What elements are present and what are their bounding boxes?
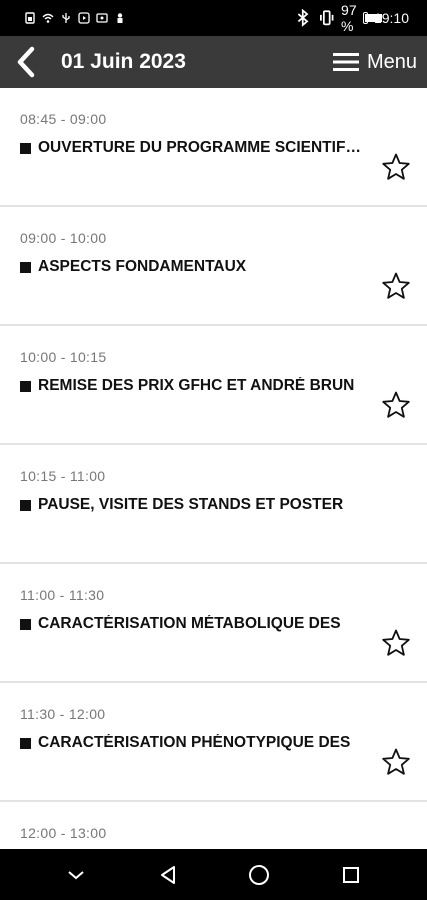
status-system-info: 97 % 19:10 [294,2,409,34]
session-title-text: CARACTÉRISATION PHÉNOTYPIQUE DES [38,734,351,751]
nav-recents-button[interactable] [336,860,366,890]
session-time: 10:00 - 10:15 [20,349,107,365]
triangle-back-icon [160,865,175,884]
battery-percent: 97 % [341,2,357,34]
person-icon [117,13,123,23]
session-title: CARACTÉRISATION PHÉNOTYPIQUE DES [20,734,365,752]
session-title: PAUSE, VISITE DES STANDS ET POSTER [20,496,365,514]
nav-hide-button[interactable] [61,860,91,890]
session-time: 08:45 - 09:00 [20,111,107,127]
square-recents-icon [343,866,360,883]
session-title-text: CARACTÉRISATION MÉTABOLIQUE DES [38,615,341,632]
session-title-text: REMISE DES PRIX GFHC ET ANDRÉ BRUN [38,377,355,394]
chevron-down-icon [68,870,84,879]
square-bullet-icon [20,261,31,273]
session-item[interactable]: 11:00 - 11:30 CARACTÉRISATION MÉTABOLIQUE… [0,564,427,683]
session-item[interactable]: 11:30 - 12:00 CARACTÉRISATION PHÉNOTYPIQU… [0,683,427,802]
favorite-star-button[interactable] [381,747,411,777]
session-item[interactable]: 08:45 - 09:00 OUVERTURE DU PROGRAMME SCIE… [0,88,427,207]
session-time: 09:00 - 10:00 [20,230,107,246]
session-time: 11:30 - 12:00 [20,706,106,722]
star-outline-icon [382,748,410,775]
play-icon [78,12,90,24]
sim-icon [25,12,35,24]
session-title-text: OUVERTURE DU PROGRAMME SCIENTIFIQUE [38,139,365,156]
circle-home-icon [249,864,270,885]
favorite-star-button[interactable] [381,628,411,658]
session-title-text: ASPECTS FONDAMENTAUX [38,258,247,275]
star-outline-icon [382,629,410,656]
session-item[interactable]: 10:00 - 10:15 REMISE DES PRIX GFHC ET AND… [0,326,427,445]
status-notification-icons [24,12,126,24]
favorite-star-button[interactable] [381,271,411,301]
session-time: 10:15 - 11:00 [20,468,106,484]
menu-label: Menu [366,50,417,73]
status-bar: 97 % 19:10 [0,0,427,36]
session-title-text: PAUSE, VISITE DES STANDS ET POSTER [38,496,344,513]
favorite-star-button[interactable] [381,152,411,182]
back-button[interactable] [4,36,48,88]
chevron-left-icon [17,46,35,78]
page-title: 01 Juin 2023 [61,50,186,73]
favorite-star-button[interactable] [381,390,411,420]
system-navigation-bar [0,849,427,900]
session-time: 12:00 - 13:00 [20,825,107,841]
star-outline-icon [382,391,410,418]
app-bar: 01 Juin 2023 Menu [0,36,427,88]
bluetooth-icon [297,9,309,27]
nav-home-button[interactable] [244,860,274,890]
session-title: ASPECTS FONDAMENTAUX [20,258,365,276]
square-bullet-icon [20,737,31,749]
session-title: OUVERTURE DU PROGRAMME SCIENTIFIQUE [20,139,365,157]
square-bullet-icon [20,618,31,630]
session-time: 11:00 - 11:30 [20,587,105,603]
battery-icon [362,12,382,24]
vibrate-icon [319,10,333,26]
square-bullet-icon [20,380,31,392]
menu-button[interactable]: Menu [332,50,417,74]
session-title: CARACTÉRISATION MÉTABOLIQUE DES [20,615,365,633]
hamburger-icon [332,53,359,71]
session-title: REMISE DES PRIX GFHC ET ANDRÉ BRUN [20,377,365,395]
wifi-icon [42,13,54,23]
session-list[interactable]: 08:45 - 09:00 OUVERTURE DU PROGRAMME SCIE… [0,88,427,849]
star-outline-icon [382,153,410,180]
square-bullet-icon [20,142,31,154]
usb-icon [62,13,70,23]
session-item[interactable]: 12:00 - 13:00 [0,802,427,849]
square-bullet-icon [20,499,31,511]
session-item[interactable]: 10:15 - 11:00 PAUSE, VISITE DES STANDS ET… [0,445,427,564]
star-outline-icon [382,272,410,299]
cast-icon [96,13,108,23]
nav-back-button[interactable] [153,860,183,890]
session-item[interactable]: 09:00 - 10:00 ASPECTS FONDAMENTAUX [0,207,427,326]
